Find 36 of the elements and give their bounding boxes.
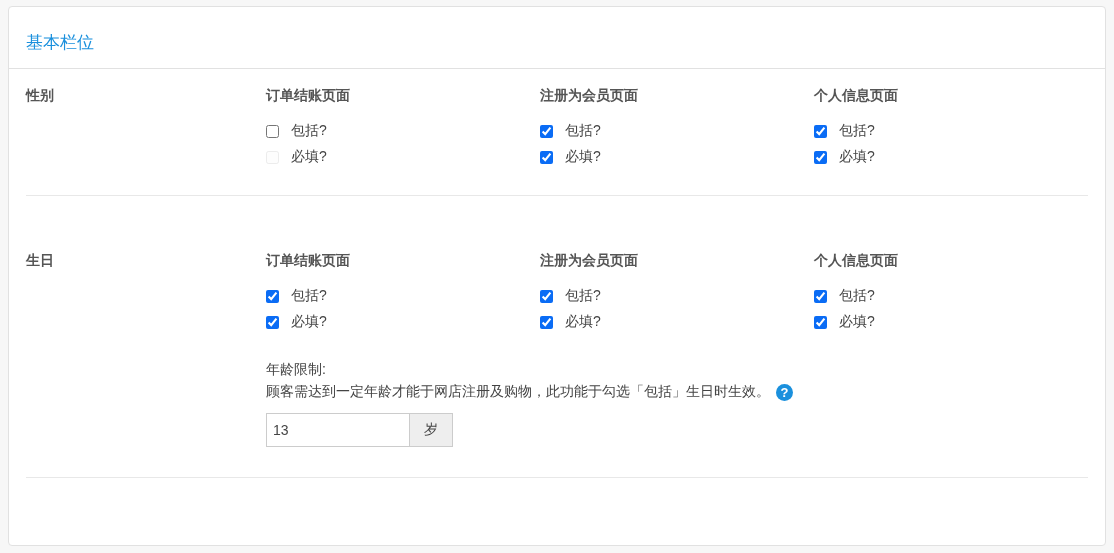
- checkbox-label: 必填?: [565, 148, 601, 166]
- checkbox-label: 包括?: [565, 287, 601, 305]
- checkbox[interactable]: [266, 315, 279, 329]
- age-limit-description: 顾客需达到一定年龄才能于网店注册及购物，此功能于勾选「包括」生日时生效。: [266, 383, 770, 401]
- checkbox-label: 必填?: [291, 313, 327, 331]
- card-title: 基本栏位: [26, 32, 94, 54]
- checkbox[interactable]: [814, 124, 827, 138]
- unit-addon: 岁: [410, 413, 453, 447]
- page-heading: 注册为会员页面: [540, 252, 638, 270]
- page-heading: 订单结账页面: [266, 87, 350, 105]
- page-heading: 个人信息页面: [814, 252, 898, 270]
- age-limit-label: 年龄限制:: [266, 361, 326, 379]
- checkbox-label: 必填?: [565, 313, 601, 331]
- page-heading: 个人信息页面: [814, 87, 898, 105]
- page-heading: 订单结账页面: [266, 252, 350, 270]
- checkbox-label: 包括?: [565, 122, 601, 140]
- checkbox-label: 包括?: [839, 287, 875, 305]
- field-label: 生日: [26, 252, 55, 270]
- checkbox[interactable]: [540, 150, 553, 164]
- checkbox-label: 包括?: [839, 122, 875, 140]
- checkbox[interactable]: [814, 315, 827, 329]
- page-heading: 注册为会员页面: [540, 87, 638, 105]
- checkbox[interactable]: [266, 289, 279, 303]
- checkbox-label: 必填?: [839, 148, 875, 166]
- checkbox-label: 包括?: [291, 287, 327, 305]
- checkbox-label: 必填?: [291, 148, 327, 166]
- age-input[interactable]: 13: [266, 413, 410, 447]
- field-label: 性别: [26, 87, 55, 105]
- checkbox-label: 必填?: [839, 313, 875, 331]
- checkbox[interactable]: [540, 289, 553, 303]
- checkbox[interactable]: [814, 150, 827, 164]
- checkbox[interactable]: [540, 124, 553, 138]
- checkbox[interactable]: [814, 289, 827, 303]
- checkbox[interactable]: [266, 124, 279, 138]
- checkbox[interactable]: [540, 315, 553, 329]
- checkbox-label: 包括?: [291, 122, 327, 140]
